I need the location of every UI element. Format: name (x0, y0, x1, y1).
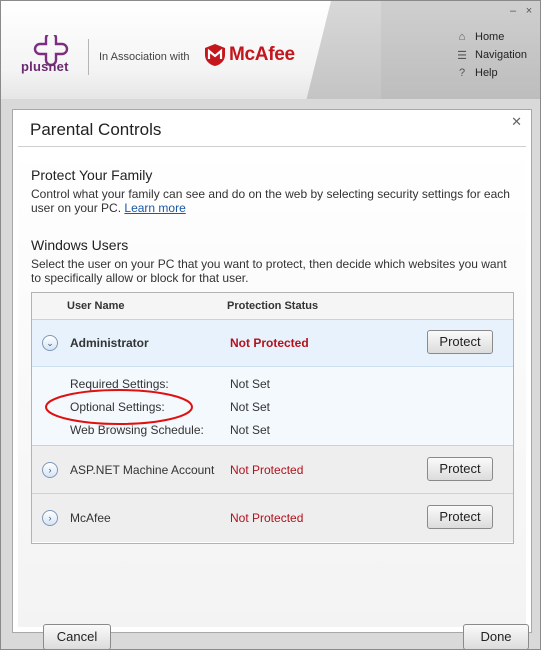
column-header-user-name: User Name (67, 300, 125, 312)
close-window-icon[interactable]: × (524, 5, 534, 17)
users-table: User Name Protection Status ⌄ Administra… (31, 292, 514, 544)
home-icon: ⌂ (458, 31, 466, 43)
user-name: Administrator (70, 336, 149, 350)
association-text: In Association with (99, 51, 190, 63)
window-controls: – × (508, 5, 534, 17)
nav-help-label: Help (475, 67, 498, 79)
nav-navigation-label: Navigation (475, 49, 527, 61)
dialog-title: Parental Controls (30, 120, 162, 139)
app-header: – × plusnet In Association with McAfee ⌂… (1, 1, 540, 99)
user-name: ASP.NET Machine Account (70, 463, 215, 477)
detail-label: Required Settings: (70, 377, 169, 391)
user-row-mcafee[interactable]: › McAfee Not Protected Protect (32, 494, 513, 542)
table-header: User Name Protection Status (32, 293, 513, 320)
user-row-aspnet[interactable]: › ASP.NET Machine Account Not Protected … (32, 446, 513, 494)
collapse-chevron-icon[interactable]: ⌄ (42, 335, 58, 351)
detail-value: Not Set (230, 423, 271, 437)
section-description-protect-family: Control what your family can see and do … (31, 187, 511, 215)
help-icon: ? (458, 67, 466, 79)
user-name: McAfee (70, 511, 111, 525)
detail-value: Not Set (230, 377, 271, 391)
top-navigation: ⌂ Home ☰ Navigation ? Help (453, 28, 537, 82)
list-icon: ☰ (457, 49, 467, 62)
nav-help[interactable]: ? Help (453, 64, 537, 82)
nav-home[interactable]: ⌂ Home (453, 28, 537, 46)
partner-logo-text: McAfee (229, 44, 295, 65)
protect-family-text: Control what your family can see and do … (31, 187, 510, 215)
done-button[interactable]: Done (463, 624, 529, 650)
protect-button[interactable]: Protect (427, 330, 493, 354)
brand-name: plusnet (21, 59, 69, 74)
nav-navigation[interactable]: ☰ Navigation (453, 46, 537, 64)
logo-divider (88, 39, 89, 75)
detail-value: Not Set (230, 400, 271, 414)
close-icon[interactable]: ✕ (511, 114, 522, 130)
detail-label: Optional Settings: (70, 400, 165, 414)
section-description-windows-users: Select the user on your PC that you want… (31, 257, 507, 285)
protection-status: Not Protected (230, 463, 304, 477)
nav-home-label: Home (475, 31, 505, 43)
minimize-icon[interactable]: – (508, 5, 518, 17)
expand-chevron-icon[interactable]: › (42, 510, 58, 526)
section-heading-protect-family: Protect Your Family (31, 167, 153, 183)
protect-button[interactable]: Protect (427, 505, 493, 529)
administrator-details: Required Settings: Not Set Optional Sett… (32, 367, 513, 446)
app-window: – × plusnet In Association with McAfee ⌂… (0, 0, 541, 650)
mcafee-shield-icon (205, 44, 225, 66)
protect-button[interactable]: Protect (427, 457, 493, 481)
protection-status: Not Protected (230, 511, 304, 525)
section-heading-windows-users: Windows Users (31, 237, 129, 253)
protection-status: Not Protected (230, 336, 309, 350)
user-row-administrator[interactable]: ⌄ Administrator Not Protected Protect (32, 320, 513, 367)
expand-chevron-icon[interactable]: › (42, 462, 58, 478)
detail-label: Web Browsing Schedule: (70, 423, 204, 437)
parental-controls-dialog: ✕ Parental Controls Protect Your Family … (12, 109, 532, 650)
learn-more-link[interactable]: Learn more (124, 201, 185, 215)
cancel-button[interactable]: Cancel (43, 624, 111, 650)
column-header-protection-status: Protection Status (227, 300, 319, 312)
dialog-body: Protect Your Family Control what your fa… (18, 147, 529, 650)
